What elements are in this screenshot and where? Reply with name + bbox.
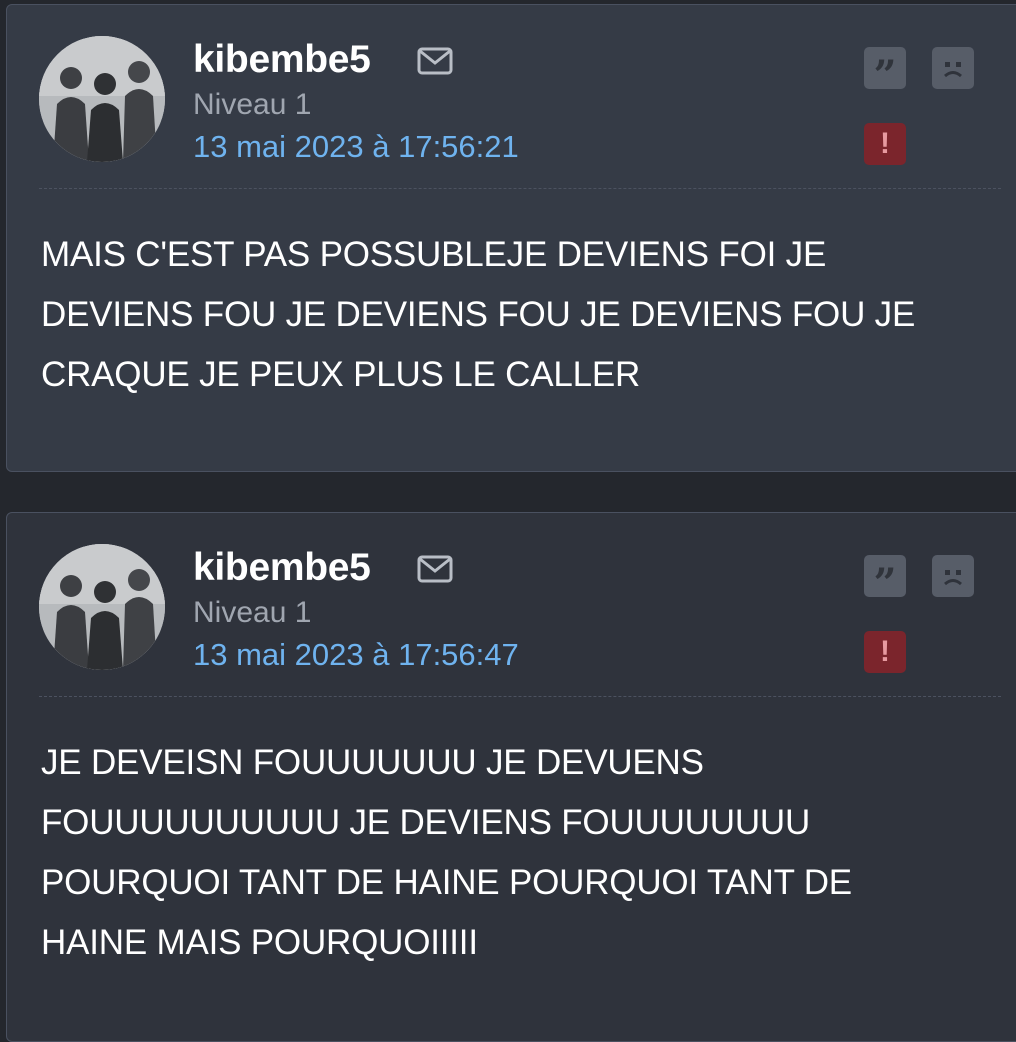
post-body-line: CRAQUE JE PEUX PLUS LE CALLER [41, 355, 641, 394]
alert-icon: ! [880, 635, 890, 668]
username-link[interactable]: kibembe5 [193, 545, 371, 591]
post-divider [39, 696, 1001, 697]
sad-face-icon [944, 62, 962, 78]
post-date-link[interactable]: 13 mai 2023 à 17:56:47 [193, 636, 519, 674]
report-button[interactable]: ! [864, 631, 906, 673]
post-body-line: POURQUOI TANT DE HAINE POURQUOI TANT DE [41, 863, 852, 902]
forum-post: kibembe5 Niveau 1 13 mai 2023 à 17:56:21… [6, 4, 1016, 472]
report-button[interactable]: ! [864, 123, 906, 165]
sad-face-button[interactable] [932, 555, 974, 597]
avatar[interactable] [39, 544, 165, 670]
alert-icon: ! [880, 127, 890, 160]
sad-face-icon [944, 570, 962, 586]
user-level: Niveau 1 [193, 596, 312, 629]
post-body-line: MAIS C'EST PAS POSSUBLEJE DEVIENS FOI JE [41, 235, 827, 274]
quote-button[interactable]: ” [864, 47, 906, 96]
envelope-icon[interactable] [417, 47, 453, 75]
post-body-line: FOUUUUUUUUUU JE DEVIENS FOUUUUUUUU [41, 803, 811, 842]
post-body-line: JE DEVEISN FOUUUUUUU JE DEVUENS [41, 743, 704, 782]
username-link[interactable]: kibembe5 [193, 37, 371, 83]
post-date-link[interactable]: 13 mai 2023 à 17:56:21 [193, 128, 519, 166]
quote-button[interactable]: ” [864, 555, 906, 604]
user-level: Niveau 1 [193, 88, 312, 121]
post-body: MAIS C'EST PAS POSSUBLEJE DEVIENS FOI JE… [41, 225, 981, 405]
post-body-line: DEVIENS FOU JE DEVIENS FOU JE DEVIENS FO… [41, 295, 916, 334]
sad-face-button[interactable] [932, 47, 974, 89]
envelope-icon[interactable] [417, 555, 453, 583]
post-body-line: HAINE MAIS POURQUOIIIII [41, 923, 478, 962]
quote-icon: ” [873, 560, 897, 607]
post-body: JE DEVEISN FOUUUUUUU JE DEVUENS FOUUUUUU… [41, 733, 981, 973]
post-divider [39, 188, 1001, 189]
quote-icon: ” [873, 52, 897, 99]
avatar[interactable] [39, 36, 165, 162]
forum-post: kibembe5 Niveau 1 13 mai 2023 à 17:56:47… [6, 512, 1016, 1042]
